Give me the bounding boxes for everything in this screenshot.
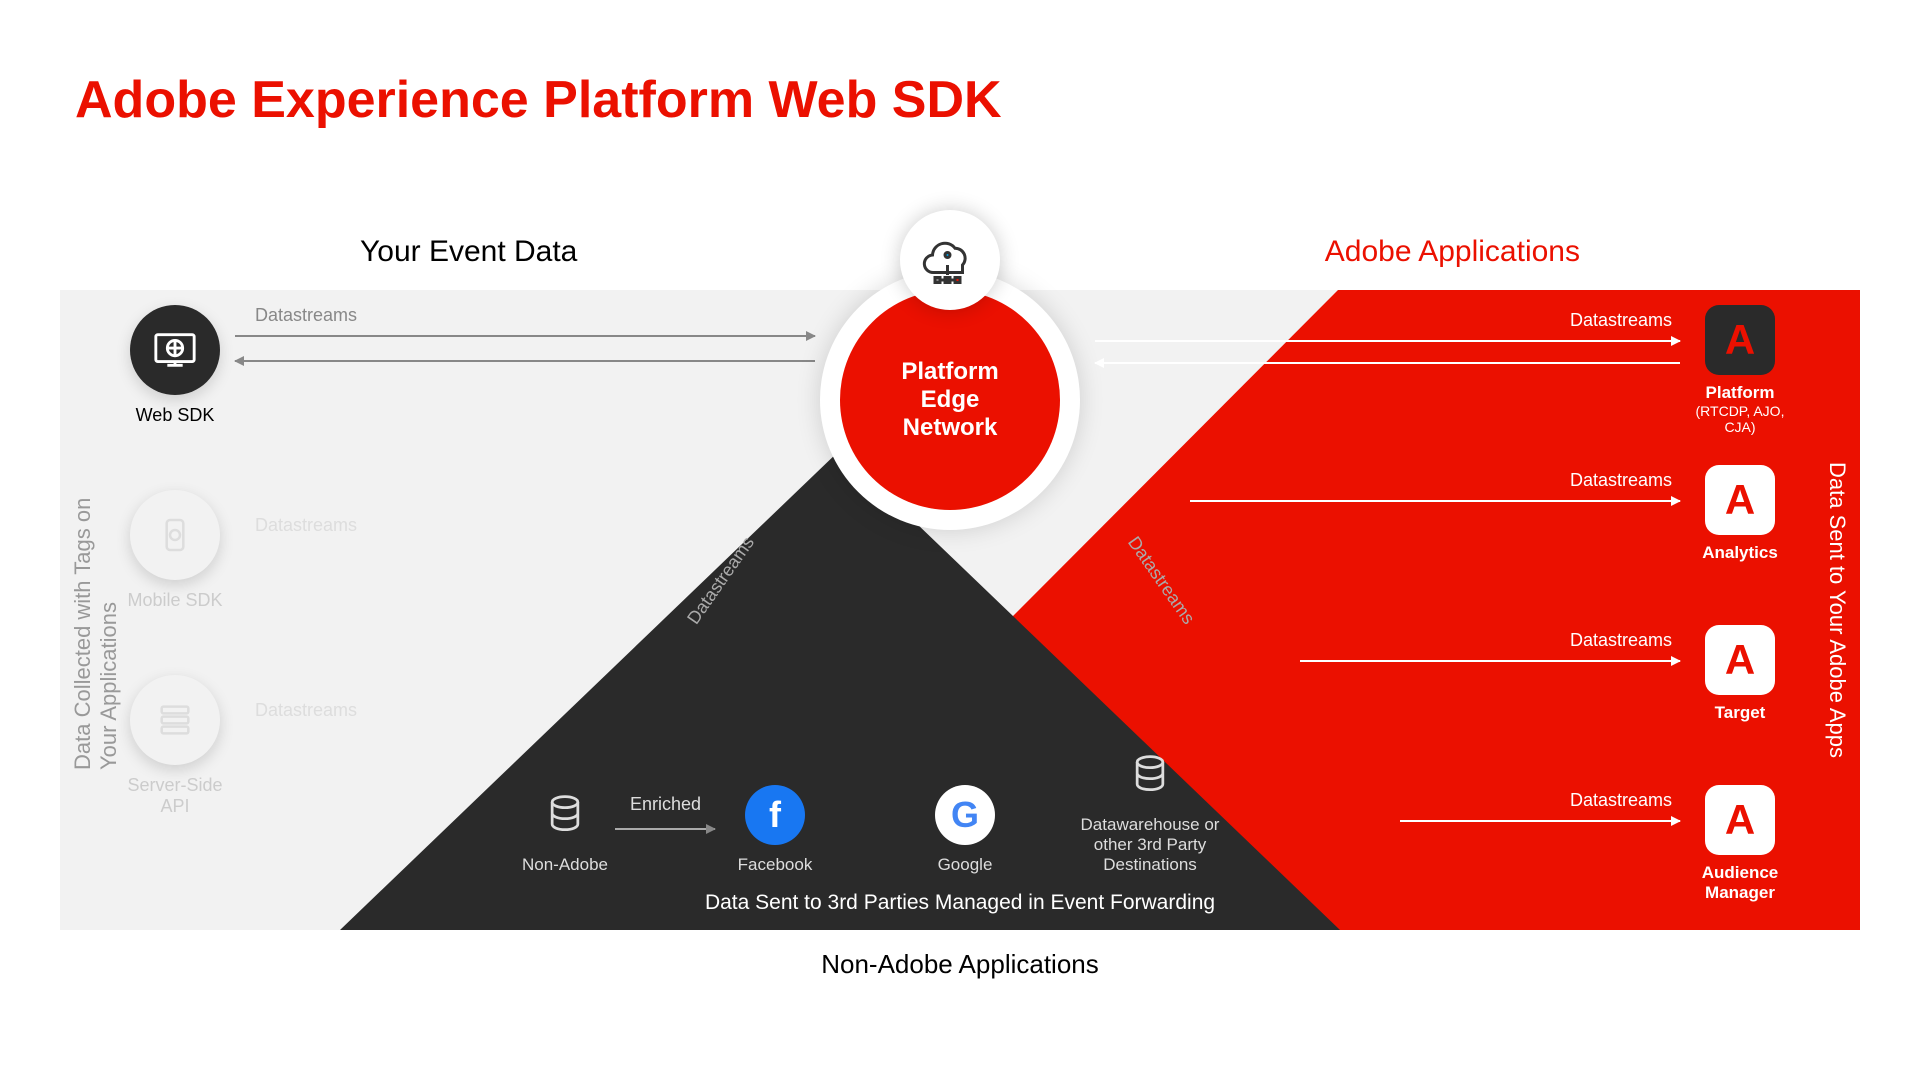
app-target: A Target [1680,625,1800,723]
arrow-web-to-hub [235,335,815,337]
ds-analytics-label: Datastreams [1570,470,1672,491]
platform-sub: (RTCDP, AJO, CJA) [1680,403,1800,435]
web-sdk-icon [130,305,220,395]
label-adobe-apps: Adobe Applications [1325,235,1580,269]
tp-non-adobe-label: Non-Adobe [522,855,608,874]
arrow-to-audience [1400,820,1680,822]
arrow-enriched [615,828,715,830]
analytics-name: Analytics [1680,543,1800,563]
tp-warehouse-label: Datawarehouse or other 3rd Party Destina… [1081,815,1220,874]
label-event-forwarding: Data Sent to 3rd Parties Managed in Even… [705,891,1215,915]
arrow-to-target [1300,660,1680,662]
app-analytics: A Analytics [1680,465,1800,563]
tp-google-label: Google [938,855,993,874]
arrow-hub-to-web [235,360,815,362]
platform-name: Platform [1680,383,1800,403]
tp-facebook-label: Facebook [738,855,813,874]
ds-web-label: Datastreams [255,305,357,326]
arrow-from-platform [1095,362,1680,364]
server-api-label: Server-Side API [115,775,235,817]
cloud-network-icon [900,210,1000,310]
mobile-sdk-label: Mobile SDK [115,590,235,611]
architecture-diagram: Your Event Data Adobe Applications Non-A… [60,290,1860,930]
app-platform: A Platform (RTCDP, AJO, CJA) [1680,305,1800,435]
ds-mobile-label: Datastreams [255,515,357,536]
ds-server-label: Datastreams [255,700,357,721]
tp-warehouse: Datawarehouse or other 3rd Party Destina… [1075,745,1225,875]
arrow-to-analytics [1190,500,1680,502]
hub-line1: Platform [901,358,998,386]
facebook-icon: f [745,785,805,845]
web-sdk-label: Web SDK [115,405,235,426]
audience-name: Audience Manager [1680,863,1800,903]
warehouse-icon [1120,745,1180,805]
google-icon: G [935,785,995,845]
edge-network-label: Platform Edge Network [840,290,1060,510]
audience-icon: A [1705,785,1775,855]
sdk-web: Web SDK [115,305,235,426]
tp-non-adobe: Non-Adobe [490,785,640,875]
ds-target-label: Datastreams [1570,630,1672,651]
hub-line2: Edge [921,386,980,414]
target-icon: A [1705,625,1775,695]
label-non-adobe-apps: Non-Adobe Applications [821,949,1099,980]
tp-facebook: f Facebook [700,785,850,875]
ds-audience-label: Datastreams [1570,790,1672,811]
tp-google: G Google [890,785,1040,875]
app-audience: A Audience Manager [1680,785,1800,903]
analytics-icon: A [1705,465,1775,535]
database-icon [535,785,595,845]
enriched-label: Enriched [630,794,701,815]
hub-line3: Network [903,414,998,442]
sdk-server: Server-Side API [115,675,235,817]
server-api-icon [130,675,220,765]
platform-icon: A [1705,305,1775,375]
target-name: Target [1680,703,1800,723]
label-data-sent-adobe: Data Sent to Your Adobe Apps [1824,462,1850,758]
page-title: Adobe Experience Platform Web SDK [75,70,1002,130]
mobile-sdk-icon [130,490,220,580]
ds-platform-label: Datastreams [1570,310,1672,331]
arrow-to-platform [1095,340,1680,342]
label-your-event-data: Your Event Data [360,235,577,269]
sdk-mobile: Mobile SDK [115,490,235,611]
